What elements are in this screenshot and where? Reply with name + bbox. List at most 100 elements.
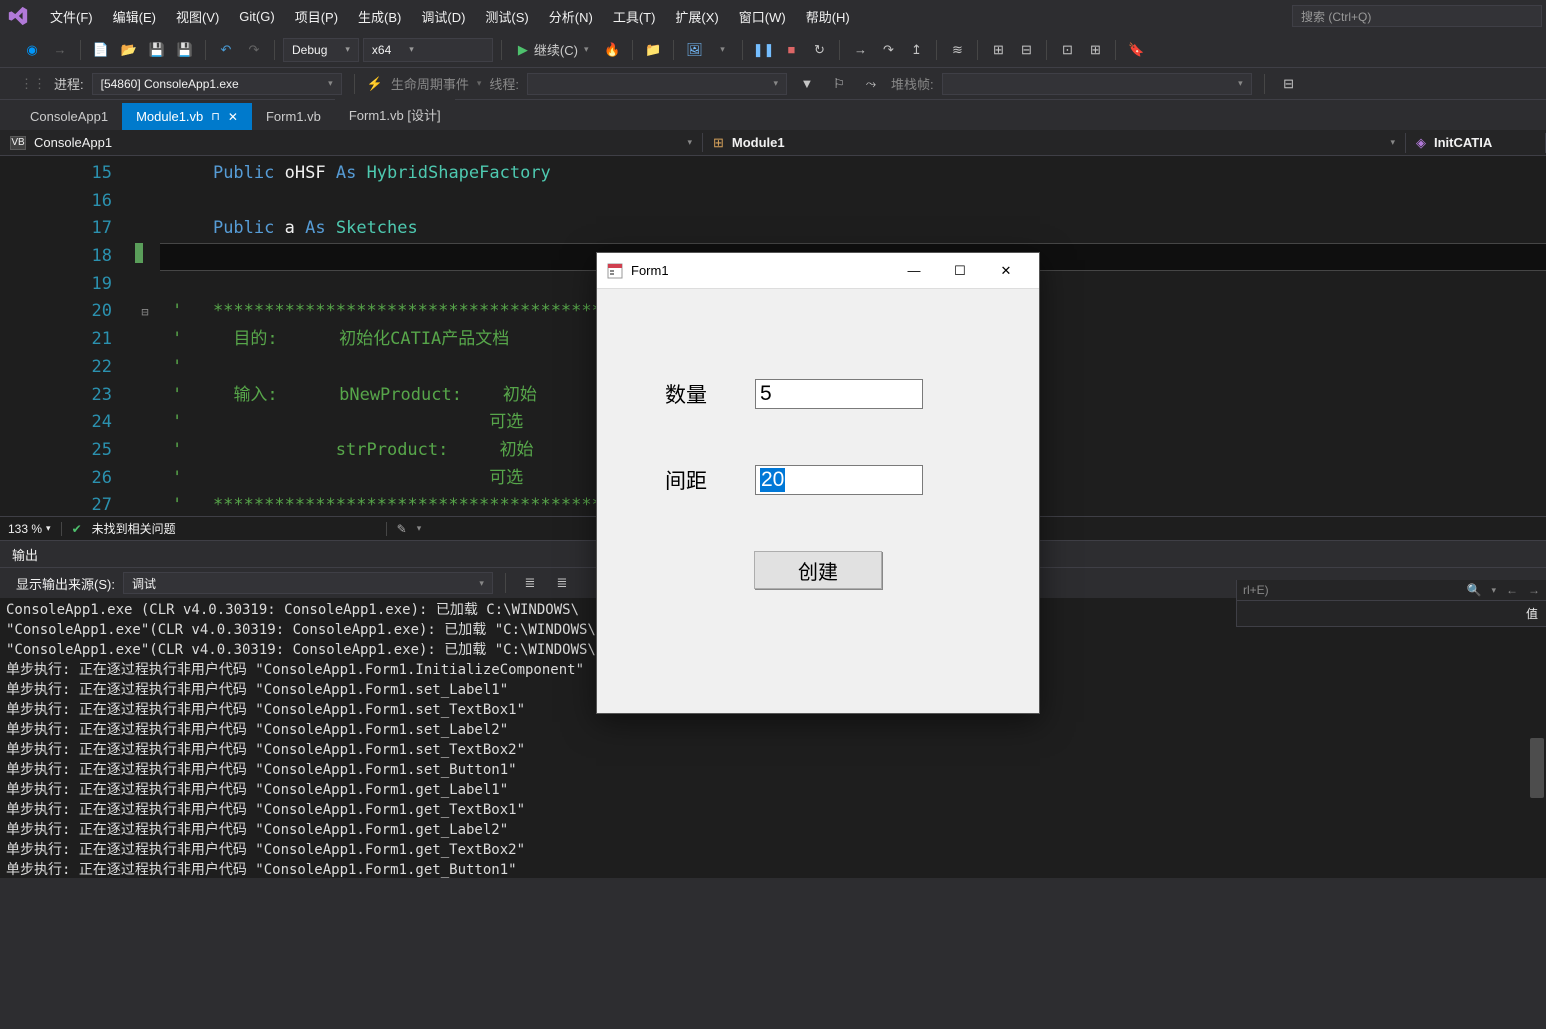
pause-button[interactable]: ❚❚ [751,38,775,62]
new-button[interactable]: 📄 [89,38,113,62]
quantity-input[interactable] [755,379,923,409]
separator [632,40,633,60]
lifecycle-label: 生命周期事件 [391,74,469,93]
flag-icon[interactable]: ⚐ [827,72,851,96]
nav-forward-button[interactable]: → [48,38,72,62]
step-out-button[interactable]: ↥ [904,38,928,62]
menu-file[interactable]: 文件(F) [40,3,103,30]
menu-view[interactable]: 视图(V) [166,3,229,30]
save-all-button[interactable]: 💾 [173,38,197,62]
fold-toggle[interactable]: ⊟ [130,298,160,326]
output-source-combo[interactable]: 调试▾ [123,572,493,594]
dropdown-icon[interactable]: ▾ [710,38,734,62]
form1-window[interactable]: Form1 — ☐ ✕ 数量 间距 20 创建 [596,252,1040,714]
menu-window[interactable]: 窗口(W) [729,3,796,30]
form-icon [607,263,623,279]
process-label: 进程: [54,74,84,93]
locals-search[interactable]: rl+E) 🔍▾ ← → [1237,580,1546,601]
tab-module1[interactable]: Module1.vb⊓✕ [122,103,252,130]
menu-help[interactable]: 帮助(H) [796,3,860,30]
create-button[interactable]: 创建 [754,551,882,589]
search-placeholder: rl+E) [1243,583,1457,597]
restart-button[interactable]: ↻ [807,38,831,62]
menubar: 文件(F) 编辑(E) 视图(V) Git(G) 项目(P) 生成(B) 调试(… [0,0,1546,32]
check-icon: ✔ [72,522,82,536]
redo-button[interactable]: ↷ [242,38,266,62]
menu-edit[interactable]: 编辑(E) [103,3,166,30]
stackframe-combo[interactable]: ▾ [942,73,1252,95]
tool-icon[interactable]: ≋ [945,38,969,62]
nav-label: Module1 [732,135,785,150]
nav-left-icon[interactable]: ← [1506,583,1518,597]
scrollbar-thumb[interactable] [1530,738,1544,798]
process-combo[interactable]: [54860] ConsoleApp1.exe▾ [92,73,342,95]
config-combo[interactable]: Debug [283,38,359,62]
form1-titlebar[interactable]: Form1 — ☐ ✕ [597,253,1039,289]
step-over-button[interactable]: ↷ [876,38,900,62]
tool-icon[interactable]: ⊡ [1055,38,1079,62]
menu-debug[interactable]: 调试(D) [411,3,475,30]
brush-icon[interactable]: ✎ [397,522,407,536]
browse-icon[interactable]: 📁 [641,38,665,62]
module-icon: ⊞ [713,135,724,151]
nav-project[interactable]: VBConsoleApp1▾ [0,133,703,152]
step-icon[interactable]: ⤳ [859,72,883,96]
process-value: [54860] ConsoleApp1.exe [101,77,239,91]
tool-icon[interactable]: ⊞ [1083,38,1107,62]
tab-form1vb[interactable]: Form1.vb [252,103,335,130]
tool-icon[interactable]: ≣ [518,571,542,595]
zoom-control[interactable]: 133 %▾ [8,522,51,536]
menu-tools[interactable]: 工具(T) [603,3,666,30]
menu-analyze[interactable]: 分析(N) [539,3,603,30]
hot-reload-icon[interactable]: 🔥 [600,38,624,62]
overflow-icon[interactable]: ⊟ [1277,72,1301,96]
drag-grip-icon: ⋮⋮ [20,76,46,92]
nav-method[interactable]: ◈InitCATIA [1406,133,1546,153]
tab-form1design[interactable]: Form1.vb [设计] [335,99,455,130]
lifecycle-icon[interactable]: ⚡ [367,76,383,92]
filter-icon[interactable]: ▼ [795,72,819,96]
separator [354,74,355,94]
step-into-button[interactable]: → [848,38,872,62]
main-toolbar: ◉ → 📄 📂 💾 💾 ↶ ↷ Debug x64 ▶继续(C)▾ 🔥 📁 🖼 … [0,32,1546,68]
open-button[interactable]: 📂 [117,38,141,62]
nav-module[interactable]: ⊞Module1▾ [703,133,1406,153]
nav-right-icon[interactable]: → [1528,583,1540,597]
tool-icon[interactable]: ⊟ [1014,38,1038,62]
tool-icon[interactable]: 🔖 [1124,38,1148,62]
save-button[interactable]: 💾 [145,38,169,62]
close-button[interactable]: ✕ [983,255,1029,287]
nav-label: InitCATIA [1434,135,1492,150]
search-input[interactable]: 搜索 (Ctrl+Q) [1292,5,1542,27]
menu-git[interactable]: Git(G) [229,5,284,28]
vb-icon: VB [10,136,26,150]
thread-combo[interactable]: ▾ [527,73,787,95]
fold-column: ⊟ [130,156,160,516]
menu-build[interactable]: 生成(B) [348,3,411,30]
vs-logo-icon [4,6,32,26]
nav-bar: VBConsoleApp1▾ ⊞Module1▾ ◈InitCATIA [0,130,1546,156]
close-icon[interactable]: ✕ [228,110,238,124]
menu-test[interactable]: 测试(S) [475,3,538,30]
tool-icon[interactable]: ⊞ [986,38,1010,62]
separator [1264,74,1265,94]
undo-button[interactable]: ↶ [214,38,238,62]
minimize-button[interactable]: — [891,255,937,287]
pin-icon[interactable]: ⊓ [211,110,220,123]
screenshot-icon[interactable]: 🖼 [682,38,706,62]
quantity-label: 数量 [647,379,725,409]
continue-button[interactable]: ▶继续(C)▾ [510,38,597,61]
form1-body: 数量 间距 20 创建 [597,289,1039,629]
locals-panel: rl+E) 🔍▾ ← → 值 [1236,580,1546,627]
spacing-input[interactable]: 20 [755,465,923,495]
search-icon[interactable]: 🔍 [1467,583,1482,597]
menu-extensions[interactable]: 扩展(X) [665,3,728,30]
nav-back-button[interactable]: ◉ [20,38,44,62]
menu-project[interactable]: 项目(P) [285,3,348,30]
separator [505,573,506,593]
tool-icon[interactable]: ≣ [550,571,574,595]
platform-combo[interactable]: x64 [363,38,493,62]
tab-consoleapp[interactable]: ConsoleApp1 [16,103,122,130]
maximize-button[interactable]: ☐ [937,255,983,287]
stop-button[interactable]: ■ [779,38,803,62]
